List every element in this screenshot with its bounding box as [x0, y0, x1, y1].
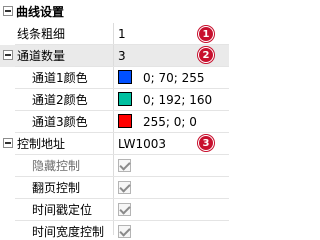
- property-channel-2-color[interactable]: 通道2颜色 0; 192; 160: [0, 89, 229, 111]
- property-label: 通道2颜色: [32, 93, 88, 107]
- collapse-icon[interactable]: [3, 6, 13, 16]
- row-divider: [15, 88, 229, 89]
- property-hide-control[interactable]: 隐藏控制: [0, 155, 229, 177]
- row-divider: [15, 110, 229, 111]
- color-swatch[interactable]: [118, 70, 132, 84]
- category-label: 曲线设置: [16, 5, 65, 19]
- row-divider: [15, 132, 229, 133]
- timestamp-locate-checkbox[interactable]: [118, 203, 131, 216]
- property-label: 时间宽度控制: [32, 225, 105, 239]
- hide-control-checkbox[interactable]: [118, 159, 131, 172]
- row-divider: [15, 66, 229, 67]
- color-swatch[interactable]: [118, 92, 132, 106]
- page-control-checkbox[interactable]: [118, 181, 131, 194]
- annotation-badge-2: 2: [198, 47, 214, 63]
- property-page-control[interactable]: 翻页控制: [0, 177, 229, 199]
- row-divider: [15, 154, 229, 155]
- color-swatch[interactable]: [118, 114, 132, 128]
- property-label: 通道数量: [17, 49, 66, 63]
- property-line-width[interactable]: 线条粗细 1: [0, 23, 229, 45]
- collapse-icon[interactable]: [3, 138, 13, 148]
- property-time-width-control[interactable]: 时间宽度控制: [0, 221, 229, 240]
- collapse-icon[interactable]: [3, 50, 13, 60]
- property-label: 线条粗细: [17, 27, 66, 41]
- color-value[interactable]: 0; 70; 255: [143, 71, 205, 85]
- annotation-badge-1: 1: [198, 26, 214, 42]
- row-divider: [15, 176, 229, 177]
- property-label: 通道3颜色: [32, 115, 88, 129]
- column-divider: [113, 23, 114, 235]
- property-label: 通道1颜色: [32, 71, 88, 85]
- color-value[interactable]: 255; 0; 0: [143, 115, 197, 129]
- color-value[interactable]: 0; 192; 160: [143, 93, 212, 107]
- property-grid: 曲线设置 线条粗细 1 通道数量 3 通道1颜色 0; 70; 255 通道2颜…: [0, 0, 229, 239]
- channel-count-value[interactable]: 3: [118, 49, 126, 63]
- row-divider: [15, 220, 229, 221]
- row-divider: [15, 44, 229, 45]
- property-channel-count[interactable]: 通道数量 3: [0, 45, 229, 67]
- annotation-badge-3: 3: [198, 135, 214, 151]
- property-channel-3-color[interactable]: 通道3颜色 255; 0; 0: [0, 111, 229, 133]
- category-curve-settings[interactable]: 曲线设置: [0, 1, 229, 23]
- control-address-value[interactable]: LW1003: [118, 137, 166, 151]
- row-divider: [15, 198, 229, 199]
- property-control-address[interactable]: 控制地址 LW1003: [0, 133, 229, 155]
- time-width-control-checkbox[interactable]: [118, 225, 131, 238]
- property-label: 隐藏控制: [32, 159, 81, 173]
- property-label: 控制地址: [17, 137, 66, 151]
- property-label: 时间戳定位: [32, 203, 93, 217]
- property-label: 翻页控制: [32, 181, 81, 195]
- line-width-value[interactable]: 1: [118, 27, 126, 41]
- property-timestamp-locate[interactable]: 时间戳定位: [0, 199, 229, 221]
- property-channel-1-color[interactable]: 通道1颜色 0; 70; 255: [0, 67, 229, 89]
